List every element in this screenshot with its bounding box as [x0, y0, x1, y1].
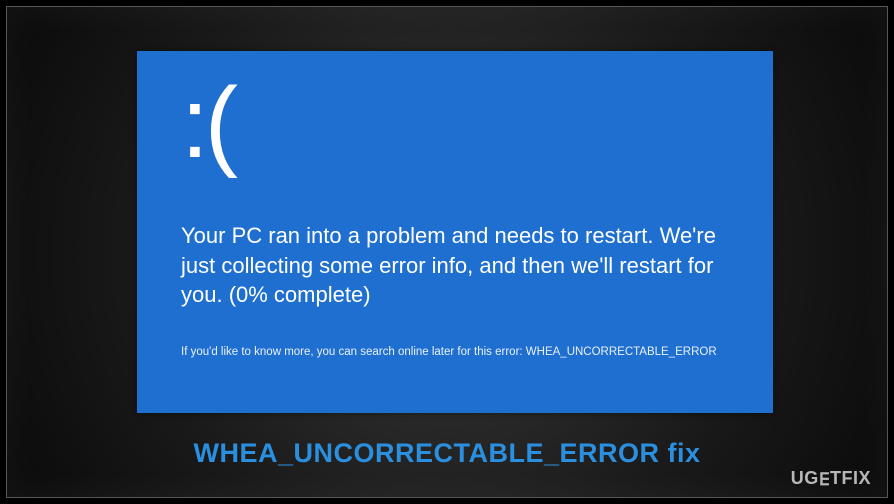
bsod-screen: :( Your PC ran into a problem and needs … [137, 51, 773, 413]
watermark-reversed-e-icon: ∃ [819, 470, 830, 490]
background-frame: :( Your PC ran into a problem and needs … [6, 6, 888, 498]
watermark-logo: UG∃TFIX [791, 468, 871, 489]
bsod-message: Your PC ran into a problem and needs to … [181, 221, 741, 310]
watermark-part3: TFIX [830, 468, 871, 488]
watermark-part1: UG [791, 468, 819, 488]
bsod-hint: If you'd like to know more, you can sear… [181, 346, 741, 358]
image-caption: WHEA_UNCORRECTABLE_ERROR fix [7, 438, 887, 469]
sadface-icon: :( [181, 73, 741, 173]
